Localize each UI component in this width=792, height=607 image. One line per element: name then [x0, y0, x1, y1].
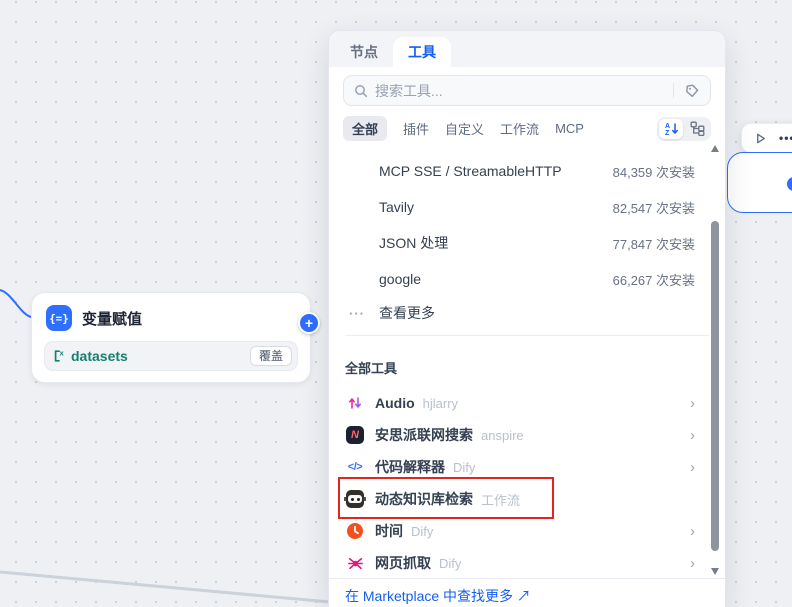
tree-view-button[interactable]: [685, 119, 709, 139]
tool-org: Dify: [411, 524, 433, 539]
scroll-down-arrow[interactable]: [711, 568, 719, 575]
clock-icon: [345, 521, 365, 541]
tools-panel: 节点 工具 全部 插件 自定义 工作流 MCP A Z: [328, 30, 726, 607]
tab-tools[interactable]: 工具: [393, 37, 451, 67]
marketplace-link[interactable]: 在 Marketplace 中查找更多 ↗: [345, 588, 531, 604]
audio-arrows-icon: [345, 393, 365, 413]
node-connector-handle[interactable]: [785, 175, 792, 193]
robot-icon: [345, 489, 365, 509]
more-options-icon[interactable]: •••: [779, 131, 792, 145]
tool-org: hjlarry: [423, 396, 458, 411]
tab-nodes[interactable]: 节点: [335, 37, 393, 67]
search-icon: [354, 84, 368, 98]
tool-row-web-scraper[interactable]: 网页抓取 Dify ›: [329, 547, 725, 579]
scroll-up-arrow[interactable]: [711, 145, 719, 152]
variable-assigner-icon: {=}: [46, 305, 72, 331]
tool-list-item[interactable]: google 66,267 次安装: [329, 261, 725, 297]
tool-name: Audio: [375, 395, 415, 411]
tool-row-audio[interactable]: Audio hjlarry ›: [329, 387, 725, 419]
tool-name: 安思派联网搜索: [375, 425, 473, 445]
add-node-button[interactable]: +: [298, 312, 320, 334]
tool-name: 时间: [375, 521, 403, 541]
popular-tools-list: MCP SSE / StreamableHTTP 84,359 次安装 Tavi…: [329, 150, 725, 329]
install-count: 84,359 次安装: [613, 162, 695, 181]
panel-tab-bar: 节点 工具: [329, 31, 725, 67]
tool-name: Tavily: [379, 199, 414, 215]
search-box[interactable]: [343, 75, 711, 106]
tool-list-item[interactable]: Tavily 82,547 次安装: [329, 189, 725, 225]
node-header: {=} 变量赋值: [32, 293, 310, 339]
filter-workflow[interactable]: 工作流: [500, 119, 539, 138]
tool-name: MCP SSE / StreamableHTTP: [379, 163, 562, 179]
filter-bar: 全部 插件 自定义 工作流 MCP A Z: [329, 111, 725, 150]
selected-node[interactable]: [727, 152, 792, 213]
search-input[interactable]: [375, 83, 667, 99]
code-icon: </>: [345, 457, 365, 477]
chevron-right-icon: ›: [690, 428, 695, 443]
view-more-label: 查看更多: [379, 303, 435, 323]
tool-name: 网页抓取: [375, 553, 431, 573]
tool-list-item[interactable]: MCP SSE / StreamableHTTP 84,359 次安装: [329, 153, 725, 189]
svg-text:Z: Z: [665, 130, 670, 136]
play-icon[interactable]: [754, 132, 767, 145]
install-count: 82,547 次安装: [613, 198, 695, 217]
tag-filter-icon[interactable]: [684, 83, 700, 99]
search-divider: [673, 83, 674, 98]
scroll-thumb[interactable]: [711, 221, 719, 551]
variable-assigner-node[interactable]: {=} 变量赋值 + x datasets 覆盖: [31, 292, 311, 383]
tool-list-item[interactable]: JSON 处理 77,847 次安装: [329, 225, 725, 261]
ellipsis-icon: ···: [349, 306, 365, 321]
chevron-right-icon: ›: [690, 524, 695, 539]
tool-org: anspire: [481, 428, 524, 443]
variable-name: datasets: [71, 348, 128, 364]
tool-org: Dify: [439, 556, 461, 571]
panel-footer: 在 Marketplace 中查找更多 ↗: [329, 578, 725, 607]
scrollbar[interactable]: [709, 143, 722, 577]
sort-button[interactable]: A Z: [659, 119, 683, 139]
filter-plugins[interactable]: 插件: [403, 119, 429, 138]
tool-name: 代码解释器: [375, 457, 445, 477]
chevron-right-icon: ›: [690, 396, 695, 411]
search-area: [329, 67, 725, 111]
view-more-button[interactable]: ··· 查看更多: [329, 297, 725, 329]
tool-org: 工作流: [481, 490, 520, 509]
tree-view-icon: [690, 121, 705, 136]
filter-all[interactable]: 全部: [343, 116, 387, 141]
node-title: 变量赋值: [82, 308, 142, 329]
install-count: 77,847 次安装: [613, 234, 695, 253]
anspire-icon: N: [345, 425, 365, 445]
tool-row-code-interpreter[interactable]: </> 代码解释器 Dify ›: [329, 451, 725, 483]
node-actions-toolbar[interactable]: •••: [741, 123, 792, 153]
variable-icon: x: [52, 349, 66, 363]
section-title: 全部工具: [329, 336, 725, 387]
tool-name: JSON 处理: [379, 233, 448, 253]
view-toggle: A Z: [657, 117, 711, 141]
svg-text:x: x: [60, 349, 65, 358]
tool-row-time[interactable]: 时间 Dify ›: [329, 515, 725, 547]
svg-text:A: A: [665, 123, 670, 130]
filter-mcp[interactable]: MCP: [555, 121, 584, 136]
chevron-right-icon: ›: [690, 460, 695, 475]
overwrite-badge: 覆盖: [250, 346, 292, 366]
tool-name: google: [379, 271, 421, 287]
variable-row[interactable]: x datasets 覆盖: [44, 341, 298, 371]
spider-icon: [345, 553, 365, 573]
chevron-right-icon: ›: [690, 556, 695, 571]
tool-row-dynamic-kb-retrieval[interactable]: 动态知识库检索 工作流: [329, 483, 725, 515]
install-count: 66,267 次安装: [613, 270, 695, 289]
tool-org: Dify: [453, 460, 475, 475]
filter-custom[interactable]: 自定义: [445, 119, 484, 138]
sort-asc-icon: A Z: [664, 121, 679, 136]
all-tools-list: Audio hjlarry › N 安思派联网搜索 anspire › </> …: [329, 387, 725, 579]
tool-row-anspire[interactable]: N 安思派联网搜索 anspire ›: [329, 419, 725, 451]
tool-name: 动态知识库检索: [375, 489, 473, 509]
